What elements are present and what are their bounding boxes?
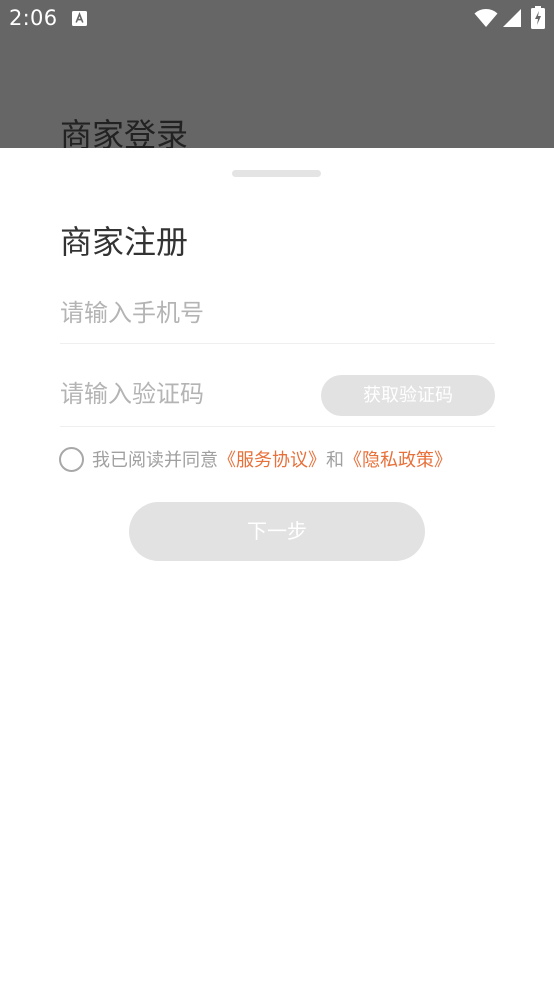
signal-icon [503,9,521,27]
battery-charging-icon [531,6,545,29]
agreement-row: 我已阅读并同意 《服务协议》 和 《隐私政策》 [59,445,452,473]
service-agreement-link[interactable]: 《服务协议》 [218,446,326,472]
app-notification-icon [72,11,87,26]
verification-code-field: 获取验证码 [60,365,495,427]
status-time: 2:06 [9,6,58,30]
get-code-button[interactable]: 获取验证码 [321,375,495,416]
dimmed-background[interactable]: 2:06 商家登录 [0,0,554,148]
agree-checkbox[interactable] [59,446,84,472]
status-bar: 2:06 [0,0,554,36]
agreement-conjunction: 和 [326,450,344,471]
agreement-prefix: 我已阅读并同意 [92,450,218,471]
page-title: 商家注册 [60,223,189,261]
phone-field [60,286,495,344]
wifi-icon [474,9,498,27]
next-button[interactable]: 下一步 [129,502,425,561]
register-bottom-sheet: 商家注册 获取验证码 我已阅读并同意 《服务协议》 和 《隐私政策》 下一步 [0,148,554,984]
privacy-policy-link[interactable]: 《隐私政策》 [344,446,452,472]
verification-code-input[interactable] [60,378,310,410]
phone-input[interactable] [60,297,495,329]
drag-handle[interactable] [232,170,321,177]
login-page-title: 商家登录 [60,116,189,148]
